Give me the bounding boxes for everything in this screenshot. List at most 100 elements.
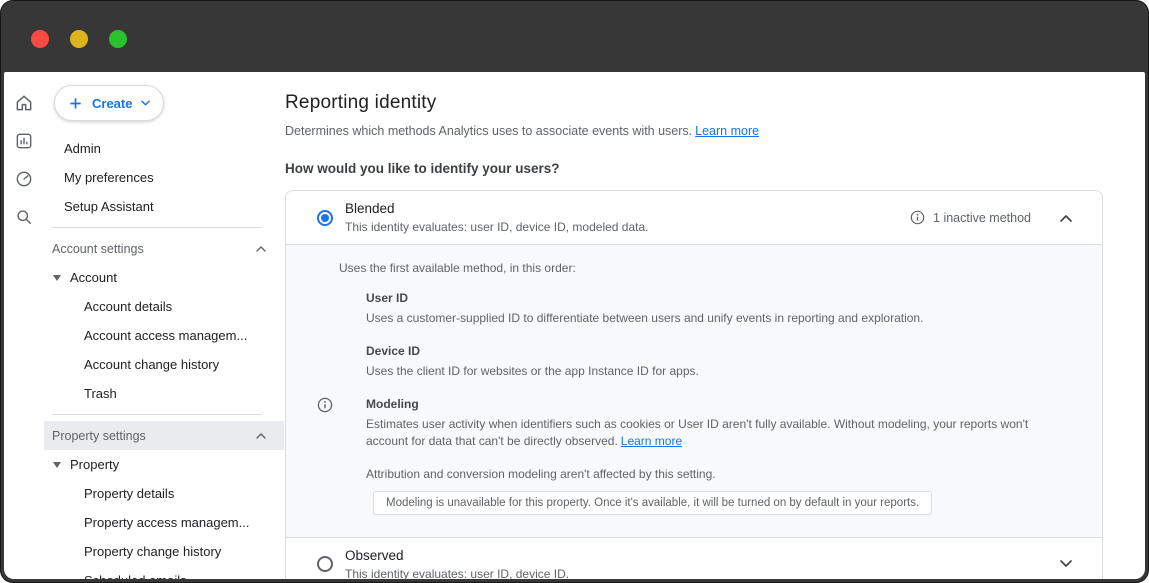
method-user-id-body: User ID Uses a customer-supplied ID to d… <box>366 290 923 328</box>
option-blended-description: This identity evaluates: user ID, device… <box>345 220 649 234</box>
section-label: Account settings <box>52 242 144 256</box>
nav-rail <box>4 72 44 579</box>
page-description-text: Determines which methods Analytics uses … <box>285 124 692 138</box>
modeling-learn-more-link[interactable]: Learn more <box>621 434 682 448</box>
sidebar-item-scheduled-emails[interactable]: Scheduled emails <box>44 566 284 579</box>
option-blended-text: Blended This identity evaluates: user ID… <box>345 201 649 234</box>
option-blended-right: 1 inactive method <box>910 210 1074 225</box>
method-modeling-icon-cell <box>316 396 366 451</box>
method-modeling-name: Modeling <box>366 396 1056 413</box>
option-observed[interactable]: Observed This identity evaluates: user I… <box>286 537 1102 579</box>
option-observed-text: Observed This identity evaluates: user I… <box>345 548 569 579</box>
close-window-button[interactable] <box>31 30 49 48</box>
sidebar-item-trash[interactable]: Trash <box>44 379 284 408</box>
sidebar-item-label: Setup Assistant <box>64 199 154 214</box>
modeling-unavailable-alert: Modeling is unavailable for this propert… <box>373 491 932 515</box>
sidebar-item-property-access-management[interactable]: Property access managem... <box>44 508 284 537</box>
sidebar-item-account-access-management[interactable]: Account access managem... <box>44 321 284 350</box>
sidebar-item-label: Admin <box>64 141 101 156</box>
method-user-id: User ID Uses a customer-supplied ID to d… <box>316 290 1078 328</box>
tree-node-account[interactable]: Account <box>44 263 284 292</box>
method-user-id-description: Uses a customer-supplied ID to different… <box>366 310 923 327</box>
app-window: Create Admin My preferences Setup Assist… <box>0 0 1149 583</box>
chevron-up-icon <box>256 246 266 252</box>
option-observed-description: This identity evaluates: user ID, device… <box>345 567 569 579</box>
radio-observed[interactable] <box>317 556 333 572</box>
sidebar-item-label: Trash <box>84 386 117 401</box>
tree-node-label: Account <box>70 270 117 285</box>
chevron-up-icon <box>256 433 266 439</box>
tree-node-property[interactable]: Property <box>44 450 284 479</box>
info-icon <box>317 397 333 413</box>
section-label: Property settings <box>52 429 146 443</box>
method-icon-spacer <box>316 290 366 328</box>
radio-blended[interactable] <box>317 210 333 226</box>
window-titlebar <box>0 0 1149 72</box>
reports-nav-button[interactable] <box>13 131 35 151</box>
option-observed-right <box>1058 558 1074 570</box>
option-blended[interactable]: Blended This identity evaluates: user ID… <box>286 191 1102 244</box>
sidebar-item-property-details[interactable]: Property details <box>44 479 284 508</box>
page-title: Reporting identity <box>285 92 1103 114</box>
blended-intro: Uses the first available method, in this… <box>339 261 1078 275</box>
section-property-settings[interactable]: Property settings <box>44 421 284 450</box>
method-device-id-name: Device ID <box>366 343 699 360</box>
method-device-id-description: Uses the client ID for websites or the a… <box>366 363 699 380</box>
expander-triangle-icon <box>53 275 61 281</box>
sidebar-item-label: Account details <box>84 299 172 314</box>
sidebar-item-account-change-history[interactable]: Account change history <box>44 350 284 379</box>
section-account-settings[interactable]: Account settings <box>44 234 284 263</box>
home-nav-button[interactable] <box>13 93 35 113</box>
expander-triangle-icon <box>53 462 61 468</box>
method-device-id-body: Device ID Uses the client ID for website… <box>366 343 699 381</box>
sidebar-item-label: Account access managem... <box>84 328 247 343</box>
sidebar-menu: Admin My preferences Setup Assistant Acc… <box>44 134 284 579</box>
identity-options-card: Blended This identity evaluates: user ID… <box>285 190 1103 579</box>
method-modeling: Modeling Estimates user activity when id… <box>316 396 1078 451</box>
minimize-window-button[interactable] <box>70 30 88 48</box>
sidebar-item-label: Property access managem... <box>84 515 249 530</box>
create-button-label: Create <box>92 96 132 111</box>
sidebar-item-property-change-history[interactable]: Property change history <box>44 537 284 566</box>
sidebar-item-label: Property details <box>84 486 174 501</box>
window-controls <box>0 0 1149 48</box>
sidebar-item-setup-assistant[interactable]: Setup Assistant <box>44 192 284 221</box>
identity-question: How would you like to identify your user… <box>285 161 1103 176</box>
sidebar-item-admin[interactable]: Admin <box>44 134 284 163</box>
sidebar-item-label: Account change history <box>84 357 219 372</box>
attribution-note: Attribution and conversion modeling aren… <box>366 467 1078 481</box>
collapse-blended-button[interactable] <box>1058 212 1074 224</box>
method-modeling-description-text: Estimates user activity when identifiers… <box>366 417 1028 448</box>
sidebar-divider <box>52 414 262 415</box>
method-modeling-description: Estimates user activity when identifiers… <box>366 416 1056 451</box>
plus-icon <box>68 96 83 111</box>
search-icon <box>14 207 34 227</box>
learn-more-link[interactable]: Learn more <box>695 124 759 138</box>
create-button[interactable]: Create <box>54 85 164 121</box>
info-icon <box>910 210 925 225</box>
main-content: Reporting identity Determines which meth… <box>284 72 1145 579</box>
method-icon-spacer <box>316 343 366 381</box>
sidebar-item-account-details[interactable]: Account details <box>44 292 284 321</box>
method-modeling-body: Modeling Estimates user activity when id… <box>366 396 1056 451</box>
zoom-window-button[interactable] <box>109 30 127 48</box>
option-blended-title: Blended <box>345 201 649 216</box>
sidebar-item-my-preferences[interactable]: My preferences <box>44 163 284 192</box>
chevron-up-icon <box>1060 214 1072 222</box>
home-icon <box>14 93 34 113</box>
expand-observed-button[interactable] <box>1058 558 1074 570</box>
chevron-down-icon <box>1060 560 1072 568</box>
tree-node-label: Property <box>70 457 119 472</box>
advertising-nav-button[interactable] <box>13 169 35 189</box>
inactive-method-badge-label: 1 inactive method <box>933 211 1031 225</box>
app-content: Create Admin My preferences Setup Assist… <box>4 72 1145 579</box>
sidebar-item-label: Scheduled emails <box>84 573 187 579</box>
method-device-id: Device ID Uses the client ID for website… <box>316 343 1078 381</box>
sidebar-item-label: Property change history <box>84 544 221 559</box>
bar-chart-icon <box>14 131 34 151</box>
admin-sidebar: Create Admin My preferences Setup Assist… <box>44 72 284 579</box>
sidebar-divider <box>52 227 262 228</box>
explore-nav-button[interactable] <box>13 207 35 227</box>
page-description: Determines which methods Analytics uses … <box>285 124 1103 138</box>
method-user-id-name: User ID <box>366 290 923 307</box>
